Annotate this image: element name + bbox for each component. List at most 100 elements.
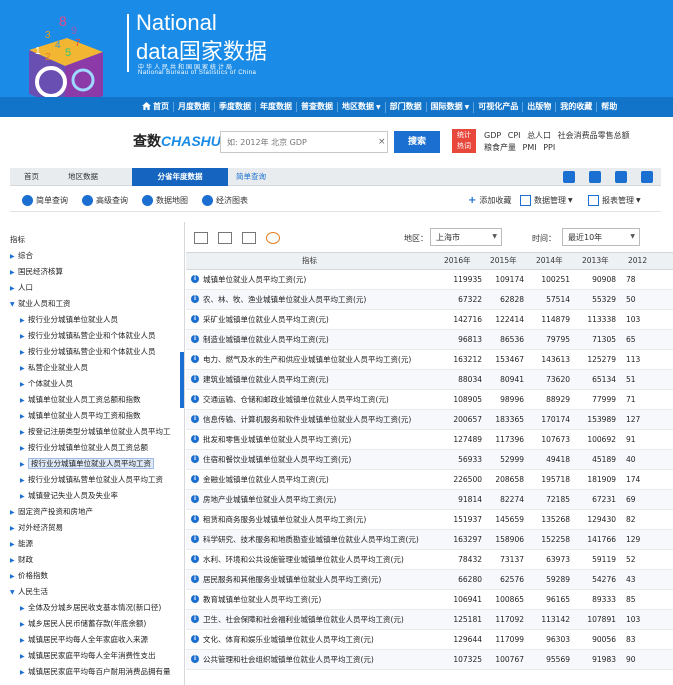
tree-leaf[interactable]: ▶ 按登记注册类型分城镇单位就业人员平均工 bbox=[8, 424, 184, 440]
info-icon[interactable]: i bbox=[191, 475, 199, 483]
header-year[interactable]: 2014年 bbox=[536, 253, 563, 269]
nav-department[interactable]: 部门数据 bbox=[386, 102, 427, 112]
data-management-menu[interactable]: 数据管理 ▼ bbox=[520, 195, 573, 206]
breadcrumb-home[interactable]: 首页 bbox=[24, 168, 39, 186]
nav-regional[interactable]: 地区数据 ▼ bbox=[338, 101, 386, 113]
tree-item-label: 城乡居民人民币储蓄存款(年底余额) bbox=[28, 619, 147, 628]
breadcrumb-simple-query[interactable]: 简单查询 bbox=[236, 168, 266, 186]
nav-quarterly[interactable]: 季度数据 bbox=[215, 102, 256, 112]
line-chart-icon[interactable] bbox=[242, 232, 256, 244]
info-icon[interactable]: i bbox=[191, 315, 199, 323]
tree-leaf[interactable]: ▶ 城镇居民家庭平均每百户耐用消费品拥有量 bbox=[8, 664, 184, 680]
tree-category[interactable]: ▼ 人民生活 bbox=[8, 584, 184, 600]
tree-leaf[interactable]: ▶ 城乡居民人民币储蓄存款(年底余额) bbox=[8, 616, 184, 632]
nav-help[interactable]: 帮助 bbox=[597, 102, 621, 112]
info-icon[interactable]: i bbox=[191, 655, 199, 663]
info-icon[interactable]: i bbox=[191, 595, 199, 603]
tree-leaf[interactable]: ▶ 城镇单位就业人员工资总额和指数 bbox=[8, 392, 184, 408]
economic-charts-tool[interactable]: 经济图表 bbox=[202, 195, 248, 206]
nav-home[interactable]: 首页 bbox=[138, 102, 174, 112]
tree-leaf[interactable]: ▶ 私营企业就业人员 bbox=[8, 360, 184, 376]
search-input[interactable] bbox=[220, 131, 388, 153]
header-year[interactable]: 2012 bbox=[628, 253, 647, 269]
tree-category[interactable]: ▶ 价格指数 bbox=[8, 568, 184, 584]
time-select[interactable]: 最近10年 ▼ bbox=[562, 228, 640, 246]
info-icon[interactable]: i bbox=[191, 335, 199, 343]
tree-category[interactable]: ▶ 财政 bbox=[8, 552, 184, 568]
nav-international[interactable]: 国际数据 ▼ bbox=[427, 101, 475, 113]
hot-word-link[interactable]: 社会消费品零售总额 bbox=[558, 131, 630, 140]
tree-category[interactable]: ▶ 能源 bbox=[8, 536, 184, 552]
tree-root[interactable]: 指标 bbox=[8, 232, 184, 248]
nav-annual[interactable]: 年度数据 bbox=[256, 102, 297, 112]
tree-leaf[interactable]: ▶ 按行业分城镇单位就业人员 bbox=[8, 312, 184, 328]
info-icon[interactable]: i bbox=[191, 555, 199, 563]
info-icon[interactable]: i bbox=[191, 455, 199, 463]
hot-word-link[interactable]: PPI bbox=[543, 143, 555, 152]
info-icon[interactable]: i bbox=[191, 435, 199, 443]
advanced-query-tool[interactable]: 高级查询 bbox=[82, 195, 128, 206]
header-year[interactable]: 2013年 bbox=[582, 253, 609, 269]
nav-favorites[interactable]: 我的收藏 bbox=[556, 102, 598, 112]
tree-leaf[interactable]: ▶ 城镇居民家庭平均每人全年消费性支出 bbox=[8, 648, 184, 664]
tree-category[interactable]: ▶ 国民经济核算 bbox=[8, 264, 184, 280]
info-icon[interactable]: i bbox=[191, 635, 199, 643]
export-icon[interactable] bbox=[589, 171, 601, 183]
breadcrumb-region[interactable]: 地区数据 bbox=[68, 168, 98, 186]
region-select[interactable]: 上海市 ▼ bbox=[430, 228, 502, 246]
tree-leaf[interactable]: ▶ 按行业分城镇私营企业和个体就业人员 bbox=[8, 328, 184, 344]
info-icon[interactable]: i bbox=[191, 515, 199, 523]
info-icon[interactable]: i bbox=[191, 295, 199, 303]
hot-word-link[interactable]: GDP bbox=[484, 131, 501, 140]
hot-word-link[interactable]: PMI bbox=[523, 143, 537, 152]
header-year[interactable]: 2015年 bbox=[490, 253, 517, 269]
report-management-menu[interactable]: 报表管理 ▼ bbox=[588, 195, 641, 206]
search-button[interactable]: 搜索 bbox=[394, 131, 440, 153]
simple-query-tool[interactable]: 简单查询 bbox=[22, 195, 68, 206]
tree-leaf[interactable]: ▶ 按行业分城镇私营企业和个体就业人员 bbox=[8, 344, 184, 360]
hot-word-link[interactable]: 总人口 bbox=[527, 131, 551, 140]
hot-word-link[interactable]: CPI bbox=[508, 131, 521, 140]
breadcrumb-active[interactable]: 分省年度数据 bbox=[132, 168, 228, 186]
bar-chart-icon[interactable] bbox=[218, 232, 232, 244]
header-year[interactable]: 2016年 bbox=[444, 253, 471, 269]
info-icon[interactable]: i bbox=[191, 375, 199, 383]
pie-chart-icon[interactable] bbox=[266, 232, 280, 244]
tree-leaf[interactable]: ▶ 城镇登记失业人员及失业率 bbox=[8, 488, 184, 504]
tree-leaf[interactable]: ▶ 城镇居民平均每人全年家庭收入来源 bbox=[8, 632, 184, 648]
add-favorite-button[interactable]: + 添加收藏 bbox=[468, 195, 511, 206]
tree-category[interactable]: ▶ 对外经济贸易 bbox=[8, 520, 184, 536]
nav-census[interactable]: 普查数据 bbox=[297, 102, 338, 112]
tree-category[interactable]: ▶ 固定资产投资和房地产 bbox=[8, 504, 184, 520]
info-icon[interactable]: i bbox=[191, 415, 199, 423]
tree-category[interactable]: ▶ 综合 bbox=[8, 248, 184, 264]
info-icon[interactable]: i bbox=[191, 495, 199, 503]
nav-monthly[interactable]: 月度数据 bbox=[174, 102, 215, 112]
print-icon[interactable] bbox=[615, 171, 627, 183]
info-icon[interactable]: i bbox=[191, 535, 199, 543]
data-map-tool[interactable]: 数据地图 bbox=[142, 195, 188, 206]
tree-leaf[interactable]: ▶ 按行业分城镇单位就业人员工资总额 bbox=[8, 440, 184, 456]
info-icon[interactable]: i bbox=[191, 275, 199, 283]
value-cell: 91814 bbox=[458, 495, 482, 504]
tree-category[interactable]: ▼ 就业人员和工资 bbox=[8, 296, 184, 312]
share-icon[interactable] bbox=[641, 171, 653, 183]
tree-leaf[interactable]: ▶ 按行业分城镇私营单位就业人员平均工资 bbox=[8, 472, 184, 488]
nav-visualization[interactable]: 可视化产品 bbox=[474, 102, 524, 112]
tree-leaf[interactable]: ▶ 按行业分城镇单位就业人员平均工资 bbox=[8, 456, 184, 472]
value-cell: 54276 bbox=[592, 575, 616, 584]
info-icon[interactable]: i bbox=[191, 395, 199, 403]
tree-category[interactable]: ▶ 人口 bbox=[8, 280, 184, 296]
info-icon[interactable]: i bbox=[191, 355, 199, 363]
tree-leaf[interactable]: ▶ 全体及分城乡居民收支基本情况(新口径) bbox=[8, 600, 184, 616]
nav-publications[interactable]: 出版物 bbox=[523, 102, 557, 112]
info-icon[interactable]: i bbox=[191, 615, 199, 623]
download-icon[interactable] bbox=[563, 171, 575, 183]
clear-icon[interactable]: × bbox=[378, 137, 386, 147]
info-icon[interactable]: i bbox=[191, 575, 199, 583]
tree-leaf[interactable]: ▶ 个体就业人员 bbox=[8, 376, 184, 392]
table-view-icon[interactable] bbox=[194, 232, 208, 244]
hot-word-link[interactable]: 粮食产量 bbox=[484, 143, 516, 152]
breadcrumb-tools bbox=[563, 171, 653, 183]
tree-leaf[interactable]: ▶ 城镇单位就业人员平均工资和指数 bbox=[8, 408, 184, 424]
